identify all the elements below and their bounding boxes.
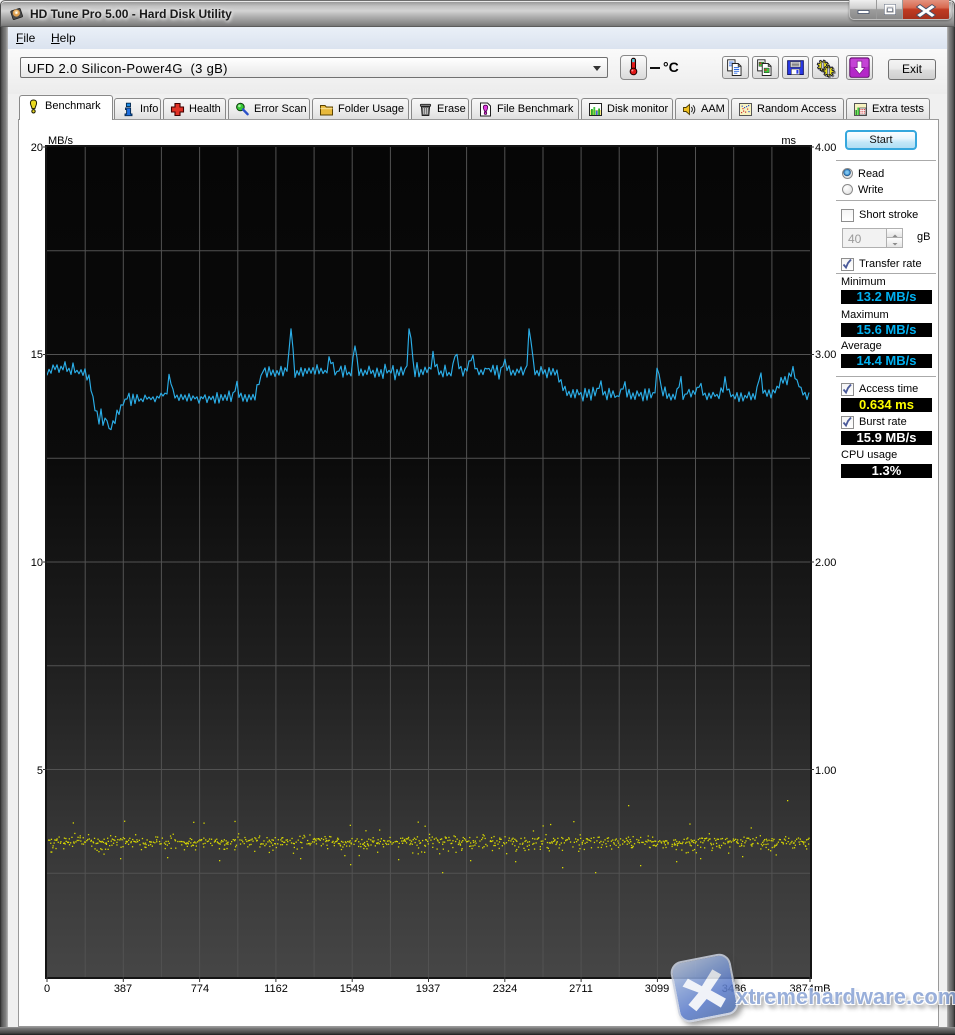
svg-text:774: 774 bbox=[191, 983, 209, 995]
svg-text:1937: 1937 bbox=[416, 983, 440, 995]
svg-text:1.00: 1.00 bbox=[815, 765, 836, 777]
svg-text:0: 0 bbox=[44, 983, 50, 995]
svg-text:15: 15 bbox=[31, 349, 43, 361]
svg-text:3874mB: 3874mB bbox=[790, 983, 831, 995]
svg-text:3099: 3099 bbox=[645, 983, 669, 995]
svg-text:2.00: 2.00 bbox=[815, 557, 836, 569]
svg-text:2324: 2324 bbox=[493, 983, 517, 995]
svg-text:20: 20 bbox=[31, 142, 43, 154]
svg-text:3486: 3486 bbox=[722, 983, 746, 995]
svg-text:3.00: 3.00 bbox=[815, 349, 836, 361]
svg-text:1549: 1549 bbox=[340, 983, 364, 995]
svg-text:4.00: 4.00 bbox=[815, 142, 836, 154]
svg-text:1162: 1162 bbox=[264, 983, 288, 995]
svg-text:387: 387 bbox=[114, 983, 132, 995]
svg-text:2711: 2711 bbox=[569, 983, 593, 995]
svg-text:MB/s: MB/s bbox=[48, 135, 74, 147]
svg-text:ms: ms bbox=[781, 135, 796, 147]
svg-text:5: 5 bbox=[37, 765, 43, 777]
svg-text:10: 10 bbox=[31, 557, 43, 569]
